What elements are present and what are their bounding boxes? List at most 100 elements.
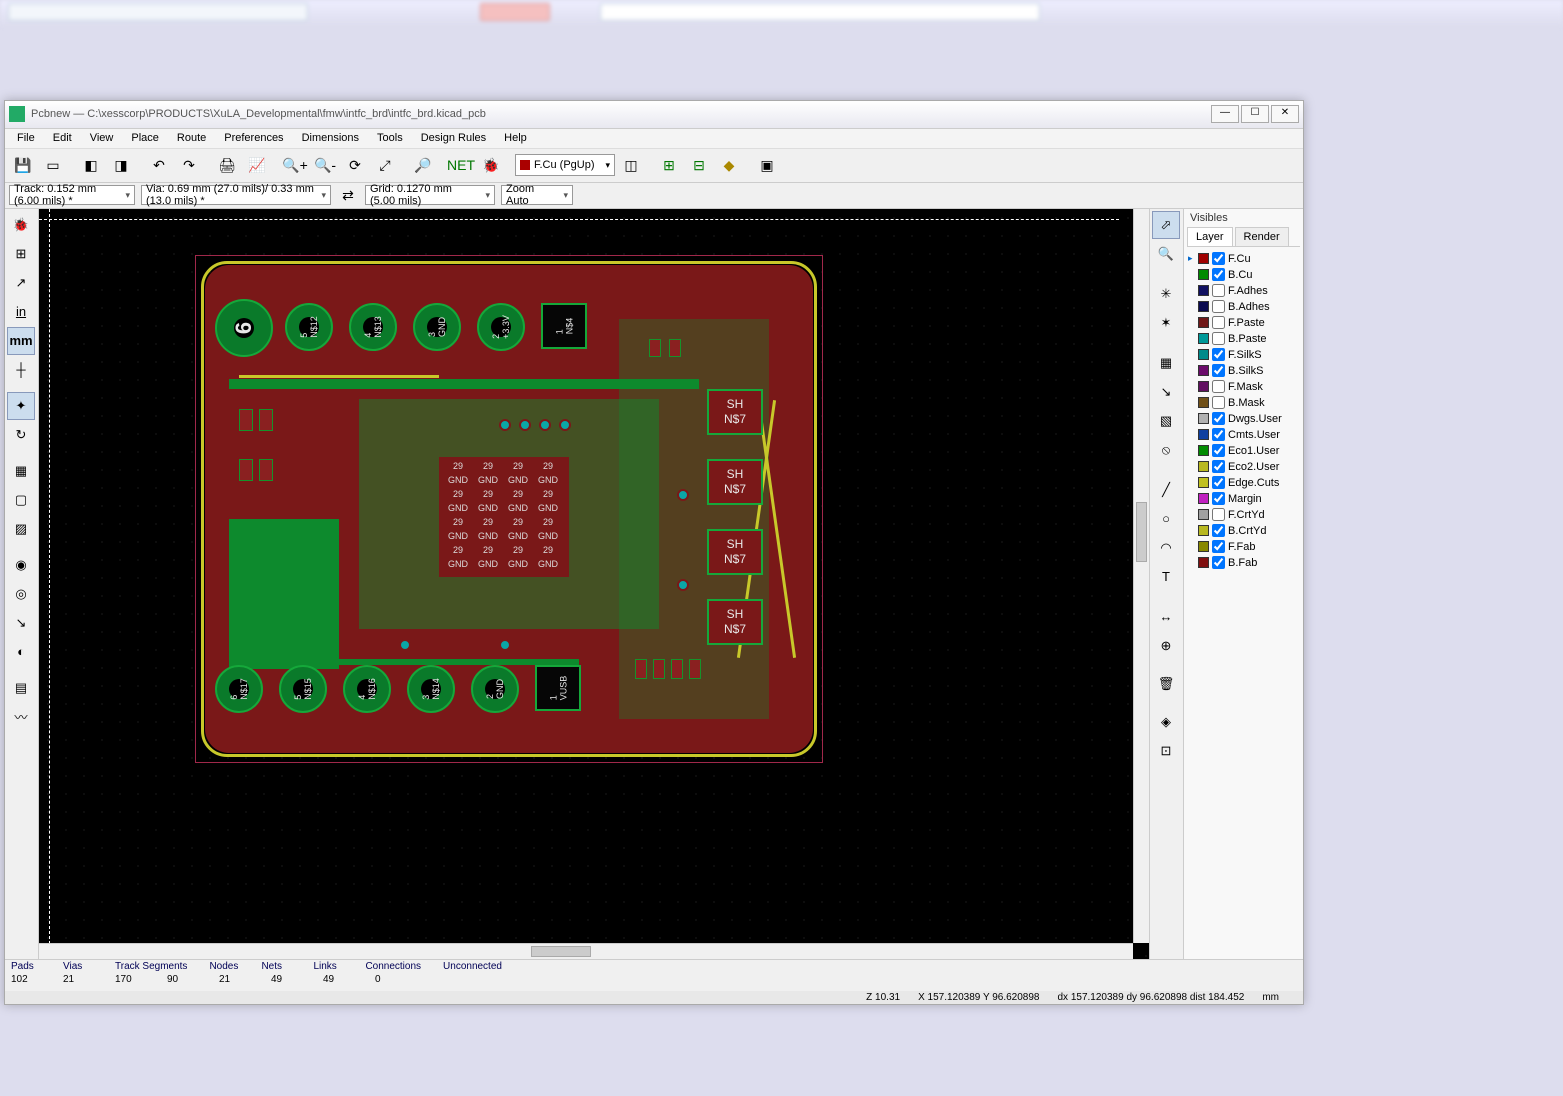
- layer-checkbox[interactable]: [1212, 508, 1225, 521]
- pad-sketch-icon[interactable]: ◉: [7, 551, 35, 579]
- layer-row-b-cu[interactable]: ▸B.Cu: [1188, 267, 1299, 283]
- layer-checkbox[interactable]: [1212, 332, 1225, 345]
- layer-checkbox[interactable]: [1212, 460, 1225, 473]
- units-mm-icon[interactable]: mm: [7, 327, 35, 355]
- layer-row-b-silks[interactable]: ▸B.SilkS: [1188, 363, 1299, 379]
- pad-4-N$16[interactable]: 4N$16: [343, 665, 391, 713]
- layer-checkbox[interactable]: [1212, 396, 1225, 409]
- sh-pad-1[interactable]: SHN$7: [707, 459, 763, 505]
- track-sketch-icon[interactable]: ↘: [7, 609, 35, 637]
- plot-button[interactable]: 📈: [243, 151, 271, 179]
- zoom-out-button[interactable]: 🔍-: [311, 151, 339, 179]
- pad-2-+3.3V[interactable]: 2+3.3V: [477, 303, 525, 351]
- grid-toggle-icon[interactable]: ⊞: [7, 240, 35, 268]
- maximize-button[interactable]: ☐: [1241, 105, 1269, 123]
- menu-dimensions[interactable]: Dimensions: [294, 130, 367, 146]
- add-zone-icon[interactable]: ▧: [1152, 407, 1180, 435]
- minimize-button[interactable]: —: [1211, 105, 1239, 123]
- menu-view[interactable]: View: [82, 130, 122, 146]
- layer-checkbox[interactable]: [1212, 252, 1225, 265]
- sh-pad-0[interactable]: SHN$7: [707, 389, 763, 435]
- drc-off-icon[interactable]: 🐞: [7, 211, 35, 239]
- layer-checkbox[interactable]: [1212, 524, 1225, 537]
- layer-checkbox[interactable]: [1212, 412, 1225, 425]
- menu-help[interactable]: Help: [496, 130, 535, 146]
- page-settings-button[interactable]: ▭: [39, 151, 67, 179]
- mode-track-button[interactable]: ⊟: [685, 151, 713, 179]
- pad-4-N$13[interactable]: 4N$13: [349, 303, 397, 351]
- ratsnest-show-icon[interactable]: ✦: [7, 392, 35, 420]
- highlight-net-icon[interactable]: ✳: [1152, 280, 1180, 308]
- undo-button[interactable]: ↶: [145, 151, 173, 179]
- via-size-select[interactable]: Via: 0.69 mm (27.0 mils)/ 0.33 mm (13.0 …: [141, 185, 331, 205]
- add-target-icon[interactable]: ⊕: [1152, 632, 1180, 660]
- add-arc-icon[interactable]: ◠: [1152, 534, 1180, 562]
- zoom-redraw-button[interactable]: ⟳: [341, 151, 369, 179]
- ratsnest-module-icon[interactable]: ↻: [7, 421, 35, 449]
- zoom-select[interactable]: Zoom Auto: [501, 185, 573, 205]
- layer-checkbox[interactable]: [1212, 316, 1225, 329]
- zoom-fit-button[interactable]: ⤢: [371, 151, 399, 179]
- menu-tools[interactable]: Tools: [369, 130, 411, 146]
- layer-row-f-silks[interactable]: ▸F.SilkS: [1188, 347, 1299, 363]
- layer-checkbox[interactable]: [1212, 364, 1225, 377]
- layer-checkbox[interactable]: [1212, 476, 1225, 489]
- zoom-in-button[interactable]: 🔍+: [281, 151, 309, 179]
- delete-icon[interactable]: 🗑: [1152, 670, 1180, 698]
- pad-5-N$15[interactable]: 5N$15: [279, 665, 327, 713]
- drc-button[interactable]: 🐞: [477, 151, 505, 179]
- zone-display-icon[interactable]: ▨: [7, 515, 35, 543]
- layer-checkbox[interactable]: [1212, 492, 1225, 505]
- polar-coord-icon[interactable]: ↗: [7, 269, 35, 297]
- pad-2-GND[interactable]: 2GND: [471, 665, 519, 713]
- pad-3-GND[interactable]: 3GND: [413, 303, 461, 351]
- menu-edit[interactable]: Edit: [45, 130, 80, 146]
- menu-preferences[interactable]: Preferences: [216, 130, 291, 146]
- layer-row-f-crtyd[interactable]: ▸F.CrtYd: [1188, 507, 1299, 523]
- sh-pad-3[interactable]: SHN$7: [707, 599, 763, 645]
- layer-checkbox[interactable]: [1212, 540, 1225, 553]
- local-ratsnest-icon[interactable]: ✶: [1152, 309, 1180, 337]
- layer-row-f-mask[interactable]: ▸F.Mask: [1188, 379, 1299, 395]
- open-module-button[interactable]: ◧: [77, 151, 105, 179]
- autozone-icon[interactable]: ▦: [7, 457, 35, 485]
- layer-checkbox[interactable]: [1212, 348, 1225, 361]
- canvas[interactable]: 29292929GNDGNDGNDGND29292929GNDGNDGNDGND…: [39, 209, 1149, 959]
- add-text-icon[interactable]: T: [1152, 563, 1180, 591]
- add-dimension-icon[interactable]: ↔: [1152, 603, 1180, 631]
- microwave-toolbar-icon[interactable]: 〰: [7, 703, 35, 731]
- print-button[interactable]: 🖨: [213, 151, 241, 179]
- layer-row-f-cu[interactable]: ▸F.Cu: [1188, 251, 1299, 267]
- track-width-select[interactable]: Track: 0.152 mm (6.00 mils) *: [9, 185, 135, 205]
- close-button[interactable]: ✕: [1271, 105, 1299, 123]
- layer-row-f-paste[interactable]: ▸F.Paste: [1188, 315, 1299, 331]
- layer-row-b-crtyd[interactable]: ▸B.CrtYd: [1188, 523, 1299, 539]
- layer-row-b-paste[interactable]: ▸B.Paste: [1188, 331, 1299, 347]
- layer-checkbox[interactable]: [1212, 300, 1225, 313]
- layer-checkbox[interactable]: [1212, 268, 1225, 281]
- scripting-button[interactable]: ▣: [753, 151, 781, 179]
- tab-render[interactable]: Render: [1235, 227, 1289, 246]
- save-button[interactable]: 💾: [9, 151, 37, 179]
- layer-row-b-adhes[interactable]: ▸B.Adhes: [1188, 299, 1299, 315]
- layer-row-dwgs-user[interactable]: ▸Dwgs.User: [1188, 411, 1299, 427]
- netlist-button[interactable]: NET: [447, 151, 475, 179]
- layer-row-margin[interactable]: ▸Margin: [1188, 491, 1299, 507]
- layer-row-eco1-user[interactable]: ▸Eco1.User: [1188, 443, 1299, 459]
- layer-manager-icon[interactable]: ▤: [7, 674, 35, 702]
- layer-row-b-mask[interactable]: ▸B.Mask: [1188, 395, 1299, 411]
- add-track-icon[interactable]: ↘: [1152, 378, 1180, 406]
- via-sketch-icon[interactable]: ◎: [7, 580, 35, 608]
- add-circle-icon[interactable]: ○: [1152, 505, 1180, 533]
- add-keepout-icon[interactable]: ⦸: [1152, 436, 1180, 464]
- pad-5-N$12[interactable]: 5N$12: [285, 303, 333, 351]
- pad-6-N$17[interactable]: 6N$17: [215, 665, 263, 713]
- pad-1-N$4[interactable]: 1N$4: [541, 303, 587, 349]
- mode-footprint-button[interactable]: ⊞: [655, 151, 683, 179]
- add-module-icon[interactable]: ▦: [1152, 349, 1180, 377]
- pad-6[interactable]: 6: [215, 299, 273, 357]
- grid-select[interactable]: Grid: 0.1270 mm (5.00 mils): [365, 185, 495, 205]
- find-button[interactable]: 🔎: [409, 151, 437, 179]
- select-tool-icon[interactable]: ⬀: [1152, 211, 1180, 239]
- autoroute-button[interactable]: ◆: [715, 151, 743, 179]
